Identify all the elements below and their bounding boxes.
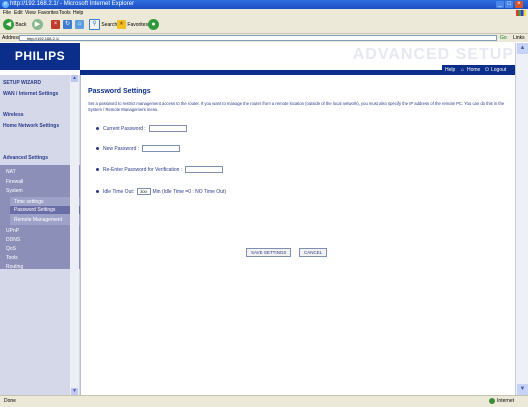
address-input[interactable]: http://192.168.2.1/ bbox=[19, 35, 497, 41]
current-password-label: Current Password : bbox=[103, 126, 146, 132]
bullet-icon bbox=[96, 168, 99, 172]
advanced-setup-title: ADVANCED SETUP bbox=[352, 46, 514, 63]
scroll-up-icon[interactable]: ▲ bbox=[517, 43, 528, 54]
sidebar-item-firewall[interactable]: Firewall bbox=[6, 179, 23, 185]
stop-button[interactable]: × bbox=[51, 19, 60, 31]
favorites-label: Favorites bbox=[127, 22, 148, 28]
address-label: Address bbox=[2, 35, 21, 41]
help-bar: Help ⌂ Home ⏻ Logout bbox=[442, 65, 515, 75]
favorites-button[interactable]: ★ Favorites bbox=[117, 19, 148, 31]
menu-tools[interactable]: Tools bbox=[59, 9, 71, 17]
philips-logo: PHILIPS bbox=[14, 49, 66, 63]
menu-file[interactable]: File bbox=[3, 9, 11, 17]
back-label: Back bbox=[15, 22, 27, 28]
address-bar: Address http://192.168.2.1/ Go Links bbox=[0, 34, 528, 42]
links-button[interactable]: Links bbox=[513, 34, 525, 42]
search-icon: ⚲ bbox=[89, 19, 100, 31]
sidebar-item-qos[interactable]: QoS bbox=[6, 246, 16, 252]
toolbar: ◀ Back ▶ × ↻ ⌂ ⚲ Search ★ Favorites ● bbox=[0, 17, 528, 34]
cancel-button[interactable]: CANCEL bbox=[299, 248, 328, 257]
help-link[interactable]: Help bbox=[445, 66, 455, 74]
idle-timeout-row: Idle Time Out: Min (Idle Time =0 : NO Ti… bbox=[96, 188, 226, 196]
bullet-icon bbox=[96, 190, 99, 194]
zone-label: Internet bbox=[497, 398, 514, 404]
window-title: http://192.168.2.1/ - Microsoft Internet… bbox=[10, 1, 135, 7]
sidebar-item-system[interactable]: System bbox=[6, 188, 23, 194]
scroll-down-icon[interactable]: ▼ bbox=[71, 388, 78, 395]
bullet-icon bbox=[96, 127, 99, 131]
search-label: Search bbox=[101, 22, 118, 28]
page-title: Password Settings bbox=[88, 88, 151, 95]
sidebar-item-upnp[interactable]: UPnP bbox=[6, 228, 19, 234]
sidebar: SETUP WIZARD WAN / Internet Settings Wir… bbox=[0, 75, 81, 395]
logout-link-icon: ⏻ bbox=[485, 67, 489, 73]
back-arrow-icon: ◀ bbox=[3, 19, 14, 31]
reenter-password-label: Re-Enter Password for Verification : bbox=[103, 167, 183, 173]
windows-flag-icon bbox=[516, 10, 526, 16]
back-button[interactable]: ◀ Back bbox=[3, 19, 27, 31]
maximize-button[interactable]: □ bbox=[505, 1, 513, 8]
sidebar-item-home-network[interactable]: Home Network Settings bbox=[3, 123, 67, 129]
menu-bar: File Edit View Favorites Tools Help bbox=[0, 9, 528, 17]
forward-button[interactable]: ▶ bbox=[32, 19, 43, 31]
status-text: Done bbox=[4, 398, 16, 404]
close-button[interactable]: × bbox=[515, 1, 523, 8]
sidebar-item-setup-wizard[interactable]: SETUP WIZARD bbox=[3, 80, 41, 86]
browser-window: e http://192.168.2.1/ - Microsoft Intern… bbox=[0, 0, 528, 407]
new-password-row: New Password : bbox=[96, 145, 181, 153]
star-icon: ★ bbox=[117, 20, 126, 30]
forward-arrow-icon: ▶ bbox=[32, 19, 43, 31]
home-button[interactable]: ⌂ bbox=[75, 19, 84, 31]
sidebar-item-password-settings[interactable]: Password Settings bbox=[14, 207, 55, 213]
logout-link[interactable]: Logout bbox=[491, 66, 506, 74]
sidebar-item-advanced-settings[interactable]: Advanced Settings bbox=[3, 155, 48, 161]
new-password-input[interactable] bbox=[142, 145, 181, 153]
status-bar: Done Internet bbox=[0, 395, 528, 407]
current-password-row: Current Password : bbox=[96, 125, 187, 133]
globe-icon bbox=[489, 397, 496, 404]
logo-bar: PHILIPS bbox=[0, 43, 80, 70]
sidebar-item-nat[interactable]: NAT bbox=[6, 169, 16, 175]
media-icon: ● bbox=[148, 19, 159, 31]
minimize-button[interactable]: _ bbox=[496, 1, 504, 8]
idle-timeout-suffix: Min (Idle Time =0 : NO Time Out) bbox=[152, 189, 227, 195]
menu-favorites[interactable]: Favorites bbox=[38, 9, 59, 17]
menu-edit[interactable]: Edit bbox=[14, 9, 23, 17]
ie-icon: e bbox=[2, 1, 9, 8]
sidebar-item-wireless[interactable]: Wireless bbox=[3, 112, 24, 118]
sidebar-item-time-settings[interactable]: Time settings bbox=[14, 199, 44, 205]
home-link-icon: ⌂ bbox=[461, 67, 465, 73]
new-password-label: New Password : bbox=[103, 146, 140, 152]
current-password-input[interactable] bbox=[148, 125, 187, 133]
zone-indicator: Internet bbox=[489, 397, 514, 406]
sidebar-item-ddns[interactable]: DDNS bbox=[6, 237, 20, 243]
home-icon: ⌂ bbox=[75, 20, 84, 30]
idle-timeout-input[interactable] bbox=[137, 188, 152, 196]
bullet-icon bbox=[96, 147, 99, 151]
media-button[interactable]: ● bbox=[148, 19, 159, 31]
reenter-password-input[interactable] bbox=[185, 166, 224, 174]
search-button[interactable]: ⚲ Search bbox=[89, 19, 117, 31]
sidebar-item-routing[interactable]: Routing bbox=[6, 264, 23, 270]
intro-text: Set a password to restrict management ac… bbox=[88, 101, 505, 112]
idle-timeout-label: Idle Time Out: bbox=[103, 189, 135, 195]
reenter-password-row: Re-Enter Password for Verification : bbox=[96, 166, 224, 174]
refresh-button[interactable]: ↻ bbox=[63, 19, 72, 31]
sidebar-item-wan[interactable]: WAN / Internet Settings bbox=[3, 91, 67, 97]
sidebar-item-remote-management[interactable]: Remote Management bbox=[14, 217, 62, 223]
go-button[interactable]: Go bbox=[500, 34, 507, 42]
title-bar: e http://192.168.2.1/ - Microsoft Intern… bbox=[0, 0, 528, 9]
menu-view[interactable]: View bbox=[25, 9, 36, 17]
scroll-down-icon[interactable]: ▼ bbox=[517, 384, 528, 395]
home-link[interactable]: Home bbox=[467, 66, 480, 74]
save-settings-button[interactable]: SAVE SETTINGS bbox=[246, 248, 292, 257]
scroll-up-icon[interactable]: ▲ bbox=[71, 75, 78, 82]
stop-icon: × bbox=[51, 20, 60, 30]
sidebar-scrollbar[interactable]: ▲ ▼ bbox=[70, 75, 79, 395]
page-scrollbar[interactable]: ▲ ▼ bbox=[515, 43, 528, 395]
refresh-icon: ↻ bbox=[63, 20, 72, 30]
menu-help[interactable]: Help bbox=[73, 9, 83, 17]
sidebar-item-tools[interactable]: Tools bbox=[6, 255, 18, 261]
page-content: PHILIPS ADVANCED SETUP Help ⌂ Home ⏻ Log… bbox=[0, 43, 528, 395]
